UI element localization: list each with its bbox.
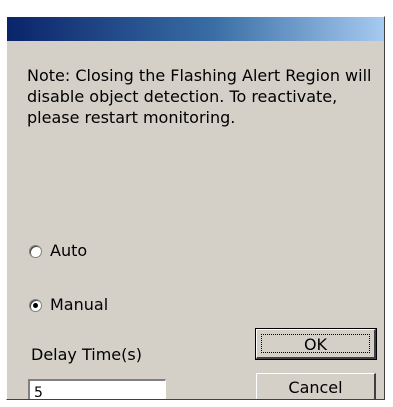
radio-dot-icon: [33, 302, 38, 308]
note-text: Note: Closing the Flashing Alert Region …: [27, 66, 372, 127]
auto-radio-option[interactable]: Auto: [29, 241, 87, 261]
auto-radio-button[interactable]: [29, 244, 42, 258]
manual-radio-label[interactable]: Manual: [50, 295, 108, 315]
ok-button[interactable]: OK: [255, 328, 377, 360]
manual-radio-button[interactable]: [29, 298, 42, 312]
manual-radio-option[interactable]: Manual: [29, 295, 108, 315]
delay-time-input[interactable]: [28, 379, 166, 399]
cancel-button[interactable]: Cancel: [256, 373, 376, 399]
auto-radio-label[interactable]: Auto: [50, 241, 87, 261]
alert-dialog: Note: Closing the Flashing Alert Region …: [6, 16, 385, 400]
title-bar[interactable]: [7, 17, 384, 41]
delay-time-label: Delay Time(s): [31, 345, 142, 364]
ok-button-label: OK: [303, 335, 328, 354]
